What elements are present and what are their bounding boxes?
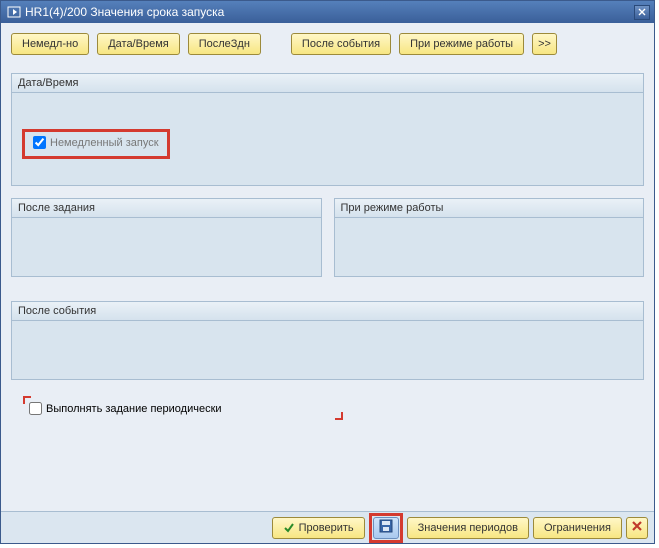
group-after-event-body	[12, 321, 643, 379]
immediate-start-label: Немедленный запуск	[50, 137, 159, 149]
group-after-event: После события	[11, 301, 644, 380]
work-mode-button[interactable]: При режиме работы	[399, 33, 524, 55]
highlight-immediate-start: Немедленный запуск	[22, 129, 170, 159]
group-work-mode-header: При режиме работы	[335, 199, 644, 218]
cancel-icon	[631, 520, 643, 535]
immediate-start-row: Немедленный запуск	[33, 136, 159, 149]
save-icon	[379, 519, 393, 536]
titlebar: HR1(4)/200 Значения срока запуска	[1, 1, 654, 23]
save-button[interactable]	[373, 517, 399, 539]
cancel-button[interactable]	[626, 517, 648, 539]
content-area: Немедл-но Дата/Время ПослеЗдн После собы…	[1, 23, 654, 511]
group-work-mode-body	[335, 218, 644, 276]
group-after-event-header: После события	[12, 302, 643, 321]
check-button-label: Проверить	[299, 522, 354, 534]
immediate-start-checkbox[interactable]	[33, 136, 46, 149]
after-job-button[interactable]: ПослеЗдн	[188, 33, 261, 55]
group-after-job-header: После задания	[12, 199, 321, 218]
group-datetime-body: Немедленный запуск	[12, 93, 643, 185]
periodic-row: Выполнять задание периодически	[29, 402, 644, 415]
corner-mark-tl	[23, 396, 31, 404]
two-column-row: После задания При режиме работы	[11, 198, 644, 289]
datetime-button[interactable]: Дата/Время	[97, 33, 180, 55]
periodic-label: Выполнять задание периодически	[46, 403, 222, 415]
group-work-mode: При режиме работы	[334, 198, 645, 277]
highlight-save	[369, 513, 403, 543]
window-title: HR1(4)/200 Значения срока запуска	[25, 5, 634, 19]
group-after-job: После задания	[11, 198, 322, 277]
close-button[interactable]	[634, 5, 650, 20]
corner-mark-br	[335, 412, 343, 420]
after-event-button[interactable]: После события	[291, 33, 391, 55]
group-datetime-header: Дата/Время	[12, 74, 643, 93]
spacer	[11, 289, 644, 301]
more-button[interactable]: >>	[532, 33, 557, 55]
check-button[interactable]: Проверить	[272, 517, 365, 539]
period-values-button[interactable]: Значения периодов	[407, 517, 529, 539]
check-icon	[283, 522, 295, 534]
top-button-row: Немедл-но Дата/Время ПослеЗдн После собы…	[11, 33, 644, 55]
immediate-button[interactable]: Немедл-но	[11, 33, 89, 55]
window-icon	[7, 6, 21, 18]
restrictions-button[interactable]: Ограничения	[533, 517, 622, 539]
footer: Проверить Значения периодов Ограничения	[1, 511, 654, 543]
dialog-window: HR1(4)/200 Значения срока запуска Немедл…	[0, 0, 655, 544]
group-after-job-body	[12, 218, 321, 276]
group-datetime: Дата/Время Немедленный запуск	[11, 73, 644, 186]
